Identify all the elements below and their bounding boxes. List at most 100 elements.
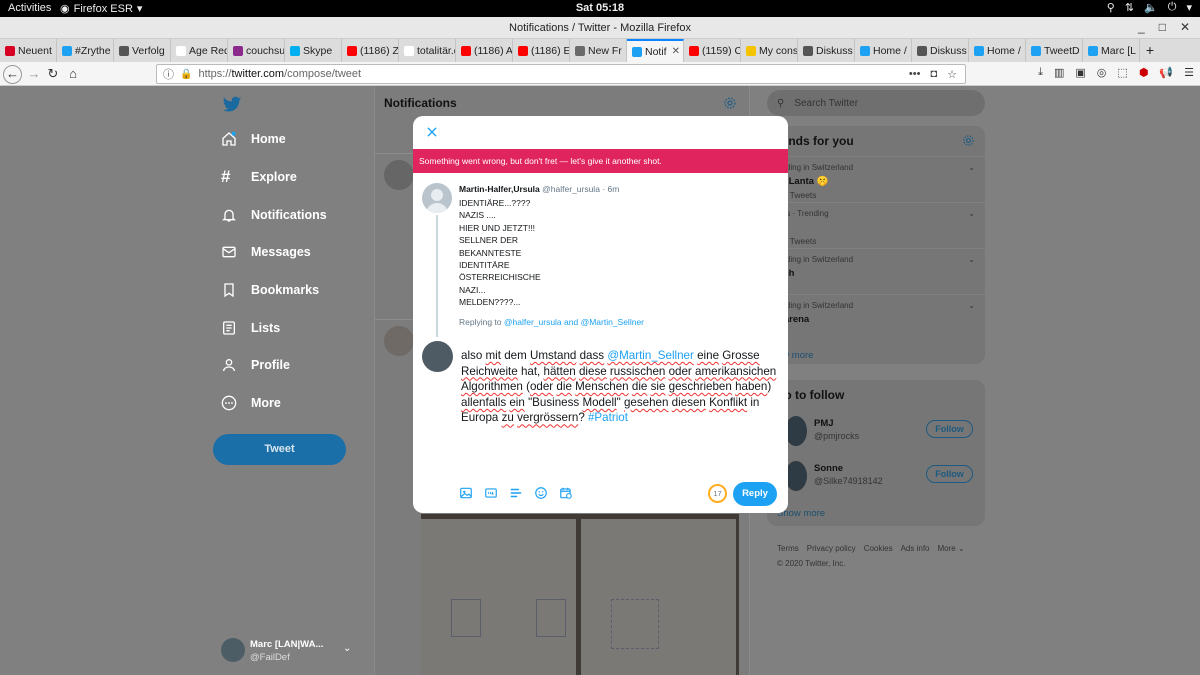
- extension-icon[interactable]: ⬢: [1139, 66, 1149, 79]
- menu-icon[interactable]: ☰: [1184, 66, 1194, 79]
- browser-tab[interactable]: Skype: [285, 39, 342, 62]
- avatar[interactable]: [384, 160, 414, 190]
- lock-icon[interactable]: 🔒: [180, 69, 192, 80]
- browser-tab[interactable]: couchsu: [228, 39, 285, 62]
- home-icon[interactable]: ⌂: [64, 65, 82, 83]
- close-tab-icon[interactable]: ✕: [672, 46, 680, 57]
- schedule-icon[interactable]: [559, 486, 573, 500]
- url-text[interactable]: https://twitter.com/compose/tweet: [198, 68, 361, 80]
- browser-tab[interactable]: TweetD: [1026, 39, 1083, 62]
- power-icon[interactable]: ⏻: [1168, 1, 1177, 14]
- screenshot-icon[interactable]: ⬚: [1117, 66, 1127, 79]
- original-author-name[interactable]: Martin-Halfer,Ursula: [459, 184, 540, 194]
- browser-tab[interactable]: totalitär.de: [399, 39, 456, 62]
- volume-icon[interactable]: 🔈: [1144, 1, 1158, 14]
- account-switcher[interactable]: Marc [LAN|WA... @FailDef ⌄: [221, 635, 361, 667]
- footer-link[interactable]: More ⌄: [938, 544, 965, 553]
- info-icon[interactable]: ⓘ: [163, 66, 174, 82]
- poll-icon[interactable]: [509, 486, 523, 500]
- follow-suggestion[interactable]: Sonne @Silke74918142 Follow: [767, 455, 985, 499]
- footer-link[interactable]: Terms: [777, 544, 799, 553]
- nav-more[interactable]: More: [221, 395, 281, 411]
- tweet-button[interactable]: Tweet: [213, 434, 346, 465]
- browser-tab[interactable]: (1186) E: [513, 39, 570, 62]
- extension-megaphone-icon[interactable]: 📢: [1159, 66, 1173, 79]
- browser-tab[interactable]: New Fr: [570, 39, 627, 62]
- close-icon[interactable]: [425, 125, 439, 139]
- nav-messages[interactable]: Messages: [221, 244, 311, 260]
- new-tab-button[interactable]: +: [1140, 39, 1160, 62]
- maximize-icon[interactable]: □: [1159, 20, 1166, 34]
- page-actions-icon[interactable]: •••: [909, 68, 921, 81]
- avatar[interactable]: [384, 326, 414, 356]
- tweet-media-image[interactable]: [421, 514, 739, 675]
- twitter-logo-icon[interactable]: [221, 94, 243, 114]
- gear-icon[interactable]: [723, 96, 737, 110]
- browser-tab[interactable]: (1186) A: [456, 39, 513, 62]
- follow-button[interactable]: Follow: [926, 420, 973, 438]
- browser-tab[interactable]: Diskuss: [798, 39, 855, 62]
- downloads-icon[interactable]: ⤓: [1038, 66, 1043, 79]
- browser-tab[interactable]: Age Reduct: [171, 39, 228, 62]
- chevron-down-icon[interactable]: ⌄: [968, 163, 975, 172]
- follow-button[interactable]: Follow: [926, 465, 973, 483]
- chevron-down-icon[interactable]: ⌄: [968, 209, 975, 218]
- chevron-down-icon[interactable]: ⌄: [968, 301, 975, 310]
- trend-item[interactable]: ending in Switzerland rfarena ⌄: [767, 294, 985, 340]
- sidebar-icon[interactable]: ▣: [1075, 66, 1085, 79]
- nav-explore[interactable]: # Explore: [221, 168, 297, 185]
- avatar[interactable]: [422, 183, 452, 213]
- browser-tab[interactable]: Neuent: [0, 39, 57, 62]
- trend-item[interactable]: orts · Trendingoil5K Tweets⌄: [767, 202, 985, 248]
- nav-profile[interactable]: Profile: [221, 357, 290, 373]
- nav-bookmarks[interactable]: Bookmarks: [221, 282, 319, 298]
- footer-link[interactable]: Ads info: [901, 544, 930, 553]
- system-tray[interactable]: ⚲ ⇅ 🔈 ⏻ ▾: [1107, 1, 1192, 14]
- reply-button[interactable]: Reply: [733, 482, 777, 506]
- bookmark-star-icon[interactable]: ☆: [947, 68, 957, 81]
- clock[interactable]: Sat 05:18: [0, 2, 1200, 14]
- search-input[interactable]: ⚲ Search Twitter: [767, 90, 985, 116]
- chevron-down-icon[interactable]: ▾: [1186, 1, 1192, 14]
- network-icon[interactable]: ⇅: [1125, 1, 1134, 14]
- browser-tab[interactable]: Marc [L: [1083, 39, 1140, 62]
- footer-link[interactable]: Cookies: [864, 544, 893, 553]
- trend-item[interactable]: ending in Switzerland ohLanta 🤫 1K Tweets ⌄: [767, 156, 985, 202]
- gif-icon[interactable]: [484, 486, 498, 500]
- browser-tab[interactable]: Notif ✕: [627, 39, 684, 62]
- browser-tab[interactable]: Verfolg: [114, 39, 171, 62]
- tweet-compose-textarea[interactable]: also mit dem Umstand dass @Martin_Sellne…: [461, 348, 781, 426]
- browser-tab[interactable]: Home /: [969, 39, 1026, 62]
- nav-notifications[interactable]: Notifications: [221, 207, 327, 223]
- browser-tab[interactable]: (1159) C: [684, 39, 741, 62]
- browser-tab[interactable]: My cons: [741, 39, 798, 62]
- avatar[interactable]: [785, 461, 807, 491]
- follow-suggestion[interactable]: PMJ @pmjrocks Follow: [767, 410, 985, 454]
- browser-tab[interactable]: #Zrythe: [57, 39, 114, 62]
- hashtag-link[interactable]: #Patriot: [588, 411, 628, 424]
- original-author-handle[interactable]: @halfer_ursula: [542, 184, 600, 194]
- forward-button[interactable]: →: [25, 65, 43, 83]
- avatar[interactable]: [785, 416, 807, 446]
- library-icon[interactable]: ▥: [1054, 66, 1064, 79]
- replying-to-users-link[interactable]: @halfer_ursula and @Martin_Sellner: [504, 317, 644, 327]
- emoji-icon[interactable]: [534, 486, 548, 500]
- mention-link[interactable]: @Martin_Sellner: [607, 349, 694, 362]
- accessibility-icon[interactable]: ⚲: [1107, 1, 1115, 14]
- account-icon[interactable]: ◎: [1097, 66, 1107, 79]
- chevron-down-icon[interactable]: ⌄: [968, 255, 975, 264]
- browser-tab[interactable]: Home /: [855, 39, 912, 62]
- back-button[interactable]: ←: [3, 65, 22, 84]
- browser-tab[interactable]: Diskuss: [912, 39, 969, 62]
- pocket-icon[interactable]: ◘: [930, 68, 937, 81]
- nav-lists[interactable]: Lists: [221, 320, 280, 336]
- reload-button[interactable]: ↻: [44, 65, 62, 83]
- url-bar[interactable]: ⓘ 🔒 https://twitter.com/compose/tweet ••…: [156, 64, 966, 84]
- footer-link[interactable]: Privacy policy: [807, 544, 856, 553]
- gear-icon[interactable]: [962, 134, 975, 147]
- browser-tab[interactable]: (1186) Z: [342, 39, 399, 62]
- nav-home[interactable]: Home: [221, 131, 286, 147]
- image-icon[interactable]: [459, 486, 473, 500]
- trend-item[interactable]: ending in Switzerlandrich⌄: [767, 248, 985, 294]
- minimize-icon[interactable]: _: [1138, 20, 1145, 34]
